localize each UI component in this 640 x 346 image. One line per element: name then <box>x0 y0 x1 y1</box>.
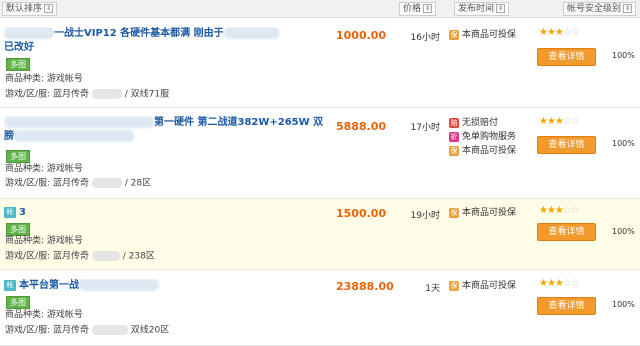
listing-server: 游戏/区/服: 蓝月传奇 / 双线71服 <box>5 89 170 100</box>
free-order-icon: 折 <box>449 131 459 142</box>
table-row: 帐3 多图 商品种类: 游戏帐号 游戏/区/服: 蓝月传奇 / 238区 150… <box>0 199 640 270</box>
sort-security-label: 帐号安全级别 <box>567 4 622 14</box>
multi-image-badge: 多图 <box>6 150 30 163</box>
listing-category: 商品种类: 游戏帐号 <box>5 164 83 174</box>
security-stars: ★★★☆☆ <box>539 205 580 216</box>
view-details-button[interactable]: 查看详情 <box>537 297 596 315</box>
multi-image-badge: 多图 <box>6 223 30 236</box>
sort-default-label: 默认排序 <box>6 4 43 14</box>
table-row: 第一硬件 第二战道382W+265W 双16翅 膀 多图 商品种类: 游戏帐号 … <box>0 108 640 199</box>
listing-title-link[interactable]: 一战士VIP12 各硬件基本都满 刚由于 <box>4 27 324 41</box>
star-filled-icon: ★★★ <box>539 278 564 289</box>
view-details-button[interactable]: 查看详情 <box>537 48 596 66</box>
listing-server: 游戏/区/服: 蓝月传奇 双线20区 <box>5 325 170 336</box>
insurance-icon: 保 <box>449 207 459 218</box>
guarantee-no-loss: 赔无损赔付 <box>449 117 499 128</box>
sort-arrow-icon: ⇕ <box>44 4 54 13</box>
sort-time-label: 发布时间 <box>458 4 495 14</box>
blurred-text <box>223 27 279 39</box>
sort-time-button[interactable]: 发布时间 ⇕ <box>454 2 510 16</box>
star-filled-icon: ★★★ <box>539 27 564 38</box>
insurance-icon: 保 <box>449 29 459 40</box>
account-icon: 帐 <box>4 279 16 291</box>
listing-server: 游戏/区/服: 蓝月传奇 / 28区 <box>5 178 152 189</box>
security-percent: 100% <box>612 139 635 148</box>
listing-title-link[interactable]: 帐3 <box>4 206 324 220</box>
star-empty-icon: ☆☆ <box>562 278 580 289</box>
sort-arrow-icon: ⇕ <box>423 4 433 13</box>
sort-security-button[interactable]: 帐号安全级别 ⇕ <box>563 2 637 16</box>
listing-title-link[interactable]: 帐本平台第一战 <box>4 279 324 293</box>
listing-time: 19小时 <box>410 211 440 221</box>
multi-image-badge: 多图 <box>6 296 30 309</box>
sort-arrow-icon: ⇕ <box>496 4 506 13</box>
listing-category: 商品种类: 游戏帐号 <box>5 236 83 246</box>
listing-category: 商品种类: 游戏帐号 <box>5 310 83 320</box>
blurred-text <box>4 27 54 39</box>
security-stars: ★★★☆☆ <box>539 116 580 127</box>
multi-image-badge: 多图 <box>6 58 30 71</box>
insurance-icon: 保 <box>449 280 459 291</box>
listing-time: 17小时 <box>410 123 440 133</box>
listing-title-text: 一战士VIP12 各硬件基本都满 刚由于 <box>54 28 224 39</box>
view-details-button[interactable]: 查看详情 <box>537 223 596 241</box>
security-percent: 100% <box>612 227 635 236</box>
sort-arrow-icon: ⇕ <box>623 4 633 13</box>
compensation-icon: 赔 <box>449 117 459 128</box>
guarantee-insurable: 保本商品可投保 <box>449 207 517 218</box>
security-stars: ★★★☆☆ <box>539 278 580 289</box>
guarantee-insurable: 保本商品可投保 <box>449 280 517 291</box>
security-stars: ★★★☆☆ <box>539 27 580 38</box>
sort-price-button[interactable]: 价格 ⇕ <box>399 2 437 16</box>
listing-time: 1天 <box>425 284 440 294</box>
blurred-text <box>4 116 154 128</box>
guarantee-free-order: 折免单购物服务 <box>449 131 517 142</box>
blurred-text <box>79 279 159 291</box>
listing-server: 游戏/区/服: 蓝月传奇 / 238区 <box>5 251 155 262</box>
listing-title-text: 本平台第一战 <box>19 280 79 291</box>
blurred-text <box>14 130 134 142</box>
listing-title-link[interactable]: 第一硬件 第二战道382W+265W 双16翅 <box>4 116 324 130</box>
insurance-icon: 保 <box>449 145 459 156</box>
listing-title-line2[interactable]: 膀 <box>4 130 134 144</box>
star-empty-icon: ☆☆ <box>562 27 580 38</box>
listing-title-text: 第一硬件 第二战道382W+265W 双16翅 <box>154 117 324 128</box>
security-percent: 100% <box>612 51 635 60</box>
star-empty-icon: ☆☆ <box>562 205 580 216</box>
security-percent: 100% <box>612 300 635 309</box>
table-row: 一战士VIP12 各硬件基本都满 刚由于 已改好 多图 商品种类: 游戏帐号 游… <box>0 18 640 108</box>
listing-title-text: 3 <box>19 207 26 218</box>
sort-default-button[interactable]: 默认排序 ⇕ <box>2 2 58 16</box>
star-filled-icon: ★★★ <box>539 205 564 216</box>
listing-title-line2[interactable]: 已改好 <box>4 41 34 55</box>
table-row: 帐本平台第一战 多图 商品种类: 游戏帐号 游戏/区/服: 蓝月传奇 双线20区… <box>0 270 640 346</box>
listing-time: 16小时 <box>410 33 440 43</box>
star-filled-icon: ★★★ <box>539 116 564 127</box>
list-header: 默认排序 ⇕ 价格 ⇕ 发布时间 ⇕ 帐号安全级别 ⇕ <box>0 0 640 18</box>
listing-category: 商品种类: 游戏帐号 <box>5 74 83 84</box>
account-icon: 帐 <box>4 206 16 218</box>
sort-price-label: 价格 <box>403 4 422 14</box>
star-empty-icon: ☆☆ <box>562 116 580 127</box>
guarantee-insurable: 保本商品可投保 <box>449 29 517 40</box>
view-details-button[interactable]: 查看详情 <box>537 136 596 154</box>
guarantee-insurable: 保本商品可投保 <box>449 145 517 156</box>
